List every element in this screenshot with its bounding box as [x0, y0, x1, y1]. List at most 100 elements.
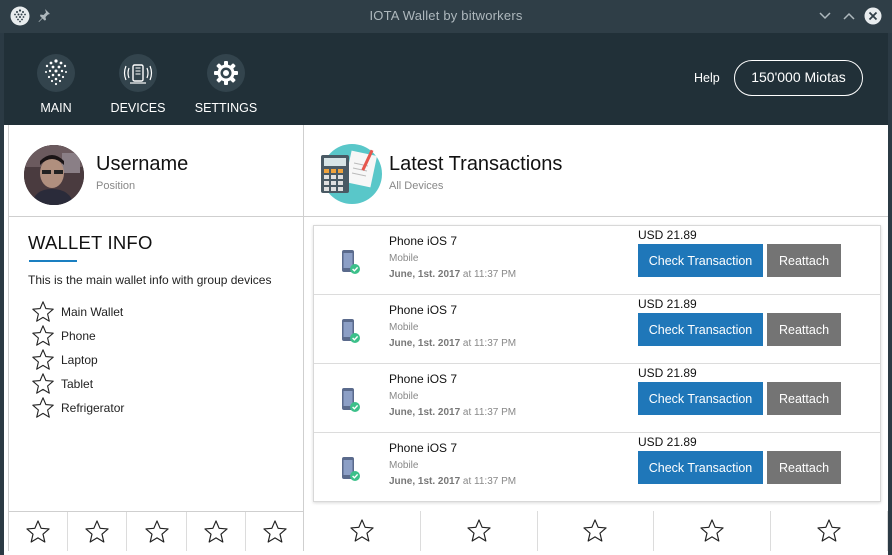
star-icon[interactable] — [31, 396, 55, 420]
star-cell[interactable] — [187, 512, 246, 551]
reattach-button[interactable]: Reattach — [767, 313, 841, 346]
reattach-button[interactable]: Reattach — [767, 451, 841, 484]
right-panel: Latest Transactions All Devices Phone iO… — [304, 125, 888, 551]
device-type: Mobile — [389, 391, 419, 402]
transaction-amount: USD 21.89 — [638, 366, 697, 380]
star-icon[interactable] — [31, 324, 55, 348]
transactions-header: Latest Transactions All Devices — [304, 125, 888, 217]
list-item[interactable]: Refrigerator — [31, 396, 124, 420]
transactions-list: Phone iOS 7 Mobile June, 1st. 2017 at 11… — [313, 225, 881, 502]
left-star-bar — [9, 511, 304, 551]
device-name: Phone iOS 7 — [389, 303, 458, 317]
list-item[interactable]: Tablet — [31, 372, 124, 396]
check-transaction-button[interactable]: Check Transaction — [638, 382, 763, 415]
check-transaction-button[interactable]: Check Transaction — [638, 313, 763, 346]
star-icon[interactable] — [262, 519, 288, 545]
group-label: Tablet — [61, 377, 94, 391]
transactions-title: Latest Transactions — [389, 153, 563, 175]
star-cell[interactable] — [9, 512, 69, 551]
minimize-icon[interactable] — [817, 8, 833, 24]
star-cell[interactable] — [304, 511, 421, 551]
transactions-subtitle: All Devices — [389, 180, 444, 192]
transaction-date: June, 1st. 2017 at 11:37 PM — [389, 407, 517, 418]
star-icon[interactable] — [699, 518, 725, 544]
star-icon[interactable] — [31, 372, 55, 396]
star-icon[interactable] — [466, 518, 492, 544]
table-row: Phone iOS 7 Mobile June, 1st. 2017 at 11… — [314, 226, 880, 295]
nav-settings-label: SETTINGS — [194, 101, 258, 115]
star-cell[interactable] — [538, 511, 655, 551]
group-label: Phone — [61, 329, 96, 343]
wallet-description: This is the main wallet info with group … — [28, 273, 272, 287]
devices-icon — [119, 54, 157, 92]
avatar-photo — [24, 145, 84, 205]
help-link[interactable]: Help — [694, 71, 720, 85]
content-area: Username Position WALLET INFO This is th… — [4, 125, 888, 555]
avatar[interactable] — [24, 145, 84, 205]
device-type: Mobile — [389, 322, 419, 333]
profile-name: Username — [96, 153, 189, 175]
profile-position: Position — [96, 180, 136, 192]
star-cell[interactable] — [246, 512, 304, 551]
table-row: Phone iOS 7 Mobile June, 1st. 2017 at 11… — [314, 433, 880, 502]
nav-settings[interactable]: SETTINGS — [186, 53, 266, 115]
phone-icon — [342, 457, 360, 481]
star-icon[interactable] — [203, 519, 229, 545]
transaction-date: June, 1st. 2017 at 11:37 PM — [389, 269, 517, 280]
maximize-icon[interactable] — [841, 8, 857, 24]
star-cell[interactable] — [421, 511, 538, 551]
check-transaction-button[interactable]: Check Transaction — [638, 244, 763, 277]
right-star-bar — [304, 511, 888, 551]
transaction-amount: USD 21.89 — [638, 228, 697, 242]
left-panel: Username Position WALLET INFO This is th… — [8, 125, 304, 551]
group-label: Laptop — [61, 353, 98, 367]
star-icon[interactable] — [25, 519, 51, 545]
group-label: Refrigerator — [61, 401, 125, 415]
star-cell[interactable] — [771, 511, 888, 551]
wallet-group-list: Main Wallet Phone Laptop Tablet Refriger… — [31, 300, 124, 420]
star-cell[interactable] — [654, 511, 772, 551]
star-icon[interactable] — [84, 519, 110, 545]
iota-logo-icon — [37, 54, 75, 92]
calculator-icon — [321, 144, 382, 204]
device-name: Phone iOS 7 — [389, 441, 458, 455]
table-row: Phone iOS 7 Mobile June, 1st. 2017 at 11… — [314, 295, 880, 364]
app-header: MAIN DEVICES SETTINGS Help 150'000 Miota… — [4, 33, 888, 125]
star-icon[interactable] — [144, 519, 170, 545]
star-icon[interactable] — [582, 518, 608, 544]
nav-main[interactable]: MAIN — [16, 53, 96, 115]
transaction-date: June, 1st. 2017 at 11:37 PM — [389, 338, 517, 349]
profile-card: Username Position — [9, 125, 304, 217]
star-icon[interactable] — [31, 348, 55, 372]
list-item[interactable]: Phone — [31, 324, 124, 348]
star-icon[interactable] — [31, 300, 55, 324]
balance-button[interactable]: 150'000 Miotas — [734, 60, 863, 96]
window-titlebar: IOTA Wallet by bitworkers — [0, 0, 892, 33]
reattach-button[interactable]: Reattach — [767, 382, 841, 415]
nav-devices-label: DEVICES — [110, 101, 166, 115]
reattach-button[interactable]: Reattach — [767, 244, 841, 277]
device-name: Phone iOS 7 — [389, 234, 458, 248]
star-icon[interactable] — [349, 518, 375, 544]
nav-main-label: MAIN — [40, 101, 72, 115]
wallet-info-title: WALLET INFO — [28, 232, 153, 253]
group-label: Main Wallet — [61, 305, 124, 319]
star-cell[interactable] — [68, 512, 128, 551]
table-row: Phone iOS 7 Mobile June, 1st. 2017 at 11… — [314, 364, 880, 433]
title-underline — [29, 260, 77, 262]
check-transaction-button[interactable]: Check Transaction — [638, 451, 763, 484]
transaction-amount: USD 21.89 — [638, 435, 697, 449]
device-name: Phone iOS 7 — [389, 372, 458, 386]
star-icon[interactable] — [816, 518, 842, 544]
list-item[interactable]: Main Wallet — [31, 300, 124, 324]
phone-icon — [342, 319, 360, 343]
star-cell[interactable] — [127, 512, 187, 551]
nav-devices[interactable]: DEVICES — [98, 53, 178, 115]
phone-icon — [342, 388, 360, 412]
list-item[interactable]: Laptop — [31, 348, 124, 372]
window-title: IOTA Wallet by bitworkers — [369, 8, 523, 23]
transaction-date: June, 1st. 2017 at 11:37 PM — [389, 476, 517, 487]
gear-icon — [207, 54, 245, 92]
close-icon[interactable] — [864, 7, 882, 25]
device-type: Mobile — [389, 460, 419, 471]
